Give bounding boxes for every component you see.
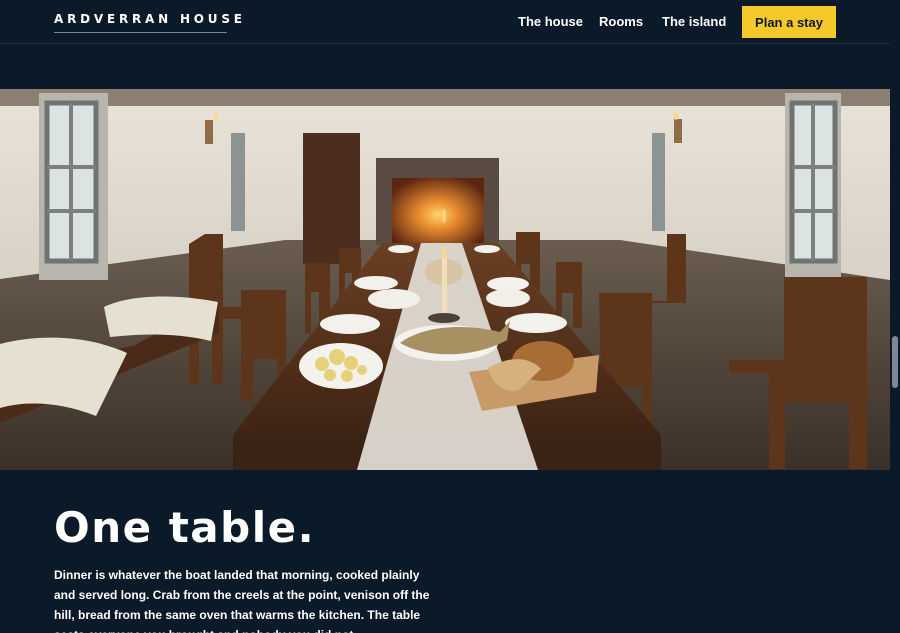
fireplace xyxy=(392,178,484,245)
site-header: ARDVERRAN HOUSE The house Rooms The isla… xyxy=(0,0,890,44)
intro-paragraph: Dinner is whatever the boat landed that … xyxy=(54,568,430,633)
candle-holder xyxy=(428,313,460,323)
nav-rooms[interactable]: Rooms xyxy=(599,14,643,29)
side-bowl xyxy=(486,289,530,307)
intro-section: One table. Dinner is whatever the boat l… xyxy=(54,500,434,633)
scrollbar-thumb[interactable] xyxy=(892,336,898,388)
nav-the-island[interactable]: The island xyxy=(662,14,726,29)
ceiling-beam xyxy=(0,89,890,106)
plan-a-stay-button[interactable]: Plan a stay xyxy=(742,6,836,38)
dining-room-image xyxy=(0,89,890,470)
side-window-left xyxy=(231,133,245,231)
page: ARDVERRAN HOUSE The house Rooms The isla… xyxy=(0,0,890,633)
vertical-scrollbar[interactable] xyxy=(890,0,900,633)
hero-image-section xyxy=(0,89,890,470)
nav-the-house[interactable]: The house xyxy=(518,14,583,29)
wooden-door xyxy=(303,133,360,264)
potato-bowl xyxy=(299,343,383,389)
page-title: One table. xyxy=(54,503,316,552)
site-logo[interactable]: ARDVERRAN HOUSE xyxy=(54,12,242,33)
side-window-right xyxy=(652,133,665,231)
salad-bowl xyxy=(368,289,420,309)
candle xyxy=(442,257,447,317)
